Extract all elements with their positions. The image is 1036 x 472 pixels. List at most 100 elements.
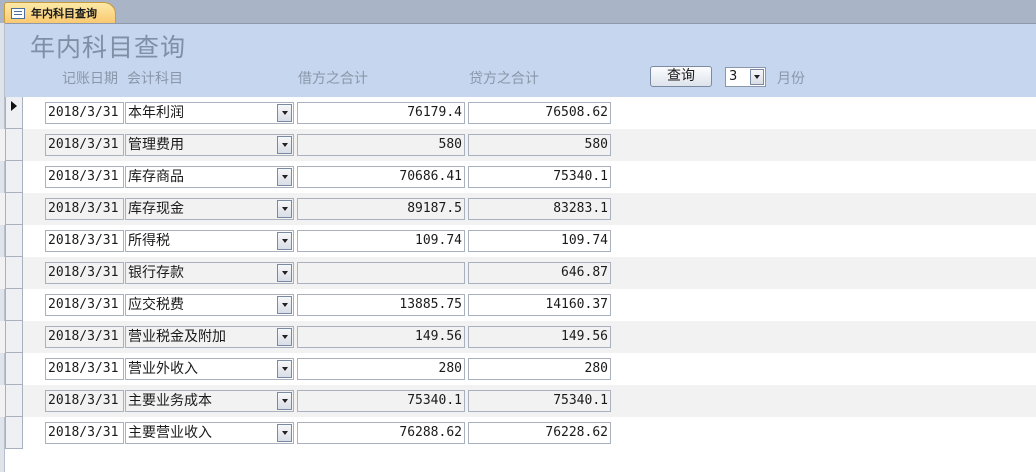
- credit-total-field[interactable]: 75340.1: [468, 166, 611, 188]
- date-field[interactable]: 2018/3/31: [45, 102, 124, 124]
- record-selector[interactable]: [5, 257, 23, 289]
- record-selector[interactable]: [5, 129, 23, 161]
- subject-value: 主要营业收入: [128, 425, 212, 441]
- record-selector[interactable]: [5, 161, 23, 193]
- date-field[interactable]: 2018/3/31: [45, 294, 124, 316]
- subject-combobox[interactable]: 营业外收入: [125, 358, 294, 380]
- subject-combobox[interactable]: 管理费用: [125, 134, 294, 156]
- chevron-down-icon: [282, 431, 288, 435]
- subject-combobox[interactable]: 应交税费: [125, 294, 294, 316]
- chevron-down-icon: [282, 271, 288, 275]
- chevron-down-icon: [282, 303, 288, 307]
- debit-total-field[interactable]: 109.74: [297, 230, 465, 252]
- record-selector[interactable]: [5, 385, 23, 417]
- subject-value: 主要业务成本: [128, 393, 212, 409]
- table-row: 2018/3/31 主要营业收入 76288.62 76228.62: [0, 417, 1036, 449]
- subject-dropdown-button[interactable]: [277, 136, 292, 154]
- date-field[interactable]: 2018/3/31: [45, 166, 124, 188]
- record-selector[interactable]: [5, 353, 23, 385]
- date-field[interactable]: 2018/3/31: [45, 230, 124, 252]
- debit-total-field[interactable]: 70686.41: [297, 166, 465, 188]
- date-field[interactable]: 2018/3/31: [45, 326, 124, 348]
- record-selector[interactable]: [5, 289, 23, 321]
- credit-total-field[interactable]: 75340.1: [468, 390, 611, 412]
- table-row: 2018/3/31 营业外收入 280 280: [0, 353, 1036, 385]
- credit-column-label: 贷方之合计: [469, 71, 539, 87]
- date-field[interactable]: 2018/3/31: [45, 390, 124, 412]
- debit-total-field[interactable]: 76288.62: [297, 422, 465, 444]
- table-row: 2018/3/31 主要业务成本 75340.1 75340.1: [0, 385, 1036, 417]
- subject-value: 管理费用: [128, 137, 184, 153]
- subject-dropdown-button[interactable]: [277, 200, 292, 218]
- chevron-down-icon: [282, 143, 288, 147]
- form-header: 年内科目查询 记账日期 会计科目 借方之合计 贷方之合计 查询 3 月份: [5, 24, 1036, 97]
- chevron-down-icon: [282, 335, 288, 339]
- subject-dropdown-button[interactable]: [277, 232, 292, 250]
- subject-value: 营业税金及附加: [128, 329, 226, 345]
- chevron-down-icon: [282, 367, 288, 371]
- date-field[interactable]: 2018/3/31: [45, 358, 124, 380]
- subject-combobox[interactable]: 主要业务成本: [125, 390, 294, 412]
- date-field[interactable]: 2018/3/31: [45, 134, 124, 156]
- subject-dropdown-button[interactable]: [277, 424, 292, 442]
- record-selector[interactable]: [5, 97, 23, 129]
- table-row: 2018/3/31 本年利润 76179.4 76508.62: [0, 97, 1036, 129]
- chevron-down-icon: [282, 239, 288, 243]
- credit-total-field[interactable]: 280: [468, 358, 611, 380]
- subject-dropdown-button[interactable]: [277, 360, 292, 378]
- form-title: 年内科目查询: [30, 33, 187, 62]
- record-selector[interactable]: [5, 321, 23, 353]
- form-icon: [11, 7, 25, 19]
- debit-total-field[interactable]: 580: [297, 134, 465, 156]
- subject-dropdown-button[interactable]: [277, 328, 292, 346]
- date-field[interactable]: 2018/3/31: [45, 422, 124, 444]
- credit-total-field[interactable]: 76228.62: [468, 422, 611, 444]
- debit-total-field[interactable]: 280: [297, 358, 465, 380]
- credit-total-field[interactable]: 580: [468, 134, 611, 156]
- record-selector[interactable]: [5, 417, 23, 449]
- subject-combobox[interactable]: 本年利润: [125, 102, 294, 124]
- subject-dropdown-button[interactable]: [277, 392, 292, 410]
- record-selector[interactable]: [5, 193, 23, 225]
- subject-value: 银行存款: [128, 265, 184, 281]
- table-row: 2018/3/31 所得税 109.74 109.74: [0, 225, 1036, 257]
- subject-combobox[interactable]: 银行存款: [125, 262, 294, 284]
- subject-value: 应交税费: [128, 297, 184, 313]
- credit-total-field[interactable]: 646.87: [468, 262, 611, 284]
- subject-combobox[interactable]: 库存现金: [125, 198, 294, 220]
- subject-value: 营业外收入: [128, 361, 198, 377]
- date-field[interactable]: 2018/3/31: [45, 198, 124, 220]
- month-combobox[interactable]: 3: [725, 67, 766, 87]
- subject-dropdown-button[interactable]: [277, 264, 292, 282]
- subject-combobox[interactable]: 所得税: [125, 230, 294, 252]
- debit-total-field[interactable]: 13885.75: [297, 294, 465, 316]
- date-field[interactable]: 2018/3/31: [45, 262, 124, 284]
- month-value: 3: [729, 69, 738, 84]
- credit-total-field[interactable]: 76508.62: [468, 102, 611, 124]
- debit-total-field[interactable]: [297, 262, 465, 284]
- form-tab-label: 年内科目查询: [31, 7, 97, 20]
- subject-dropdown-button[interactable]: [277, 104, 292, 122]
- debit-total-field[interactable]: 76179.4: [297, 102, 465, 124]
- credit-total-field[interactable]: 109.74: [468, 230, 611, 252]
- table-row: 2018/3/31 应交税费 13885.75 14160.37: [0, 289, 1036, 321]
- query-button[interactable]: 查询: [650, 66, 712, 87]
- table-row: 2018/3/31 库存商品 70686.41 75340.1: [0, 161, 1036, 193]
- credit-total-field[interactable]: 149.56: [468, 326, 611, 348]
- subject-combobox[interactable]: 营业税金及附加: [125, 326, 294, 348]
- subject-dropdown-button[interactable]: [277, 296, 292, 314]
- subject-combobox[interactable]: 库存商品: [125, 166, 294, 188]
- chevron-down-icon: [282, 207, 288, 211]
- debit-total-field[interactable]: 149.56: [297, 326, 465, 348]
- subject-dropdown-button[interactable]: [277, 168, 292, 186]
- form-tab[interactable]: 年内科目查询: [4, 2, 116, 23]
- subject-combobox[interactable]: 主要营业收入: [125, 422, 294, 444]
- credit-total-field[interactable]: 14160.37: [468, 294, 611, 316]
- credit-total-field[interactable]: 83283.1: [468, 198, 611, 220]
- debit-total-field[interactable]: 75340.1: [297, 390, 465, 412]
- record-selector[interactable]: [5, 225, 23, 257]
- table-row: 2018/3/31 库存现金 89187.5 83283.1: [0, 193, 1036, 225]
- debit-total-field[interactable]: 89187.5: [297, 198, 465, 220]
- chevron-down-icon: [754, 75, 760, 79]
- month-dropdown-button[interactable]: [750, 69, 764, 85]
